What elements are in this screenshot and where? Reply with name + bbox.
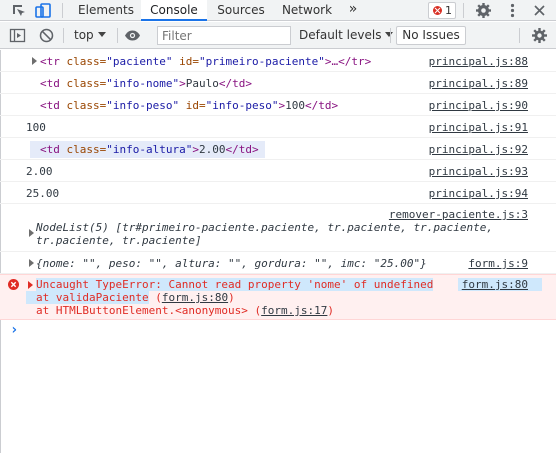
- source-link[interactable]: principal.js:94: [429, 187, 528, 200]
- separator: [117, 28, 118, 43]
- console-toolbar: top Default levels No Issues: [0, 22, 556, 49]
- separator: [62, 3, 63, 18]
- devtools-tabbar: Elements Console Sources Network » 1: [0, 0, 556, 21]
- source-link[interactable]: principal.js:88: [429, 55, 528, 68]
- separator: [519, 28, 520, 43]
- separator: [463, 3, 464, 18]
- more-tabs-button[interactable]: »: [342, 0, 364, 21]
- error-icon: [433, 6, 442, 15]
- context-label: top: [74, 28, 94, 42]
- gear-icon[interactable]: [475, 2, 492, 19]
- sidebar-toggle-icon[interactable]: [9, 27, 26, 44]
- filter-input[interactable]: [157, 26, 291, 45]
- stack-link[interactable]: form.js:80: [162, 291, 228, 304]
- source-link[interactable]: principal.js:91: [429, 121, 528, 134]
- nodelist-preview[interactable]: NodeList(5) [tr#primeiro-paciente.pacien…: [36, 221, 493, 247]
- source-link[interactable]: principal.js:92: [429, 143, 528, 156]
- error-line-2: at validaPaciente (form.js:80): [26, 291, 433, 304]
- more-options-icon[interactable]: [504, 2, 521, 19]
- log-text: 25.00: [26, 187, 60, 200]
- log-entry: <td class="info-nome">Paulo</td> princip…: [0, 72, 556, 94]
- error-count: 1: [445, 4, 452, 17]
- expand-triangle-icon[interactable]: [32, 57, 37, 65]
- error-icon: [8, 279, 19, 290]
- log-entry: {nome: "", peso: "", altura: "", gordura…: [0, 252, 556, 274]
- inspect-element-icon[interactable]: [10, 2, 27, 19]
- expand-triangle-icon[interactable]: [29, 259, 34, 267]
- log-element[interactable]: <tr class="paciente" id="primeiro-pacien…: [40, 55, 371, 68]
- log-entry: <td class="info-altura">2.00</td> princi…: [0, 138, 556, 160]
- log-entry: 25.00 principal.js:94: [0, 182, 556, 204]
- log-element[interactable]: <td class="info-nome">Paulo</td>: [40, 77, 252, 90]
- expand-triangle-icon[interactable]: [29, 229, 34, 237]
- console-prompt-icon[interactable]: ›: [10, 322, 18, 338]
- log-entry: <tr class="paciente" id="primeiro-pacien…: [0, 50, 556, 72]
- log-entry: <td class="info-peso" id="info-peso">100…: [0, 94, 556, 116]
- source-link[interactable]: form.js:9: [468, 257, 528, 270]
- source-link[interactable]: principal.js:93: [429, 165, 528, 178]
- device-toolbar-icon[interactable]: [35, 2, 52, 19]
- source-link[interactable]: principal.js:90: [429, 99, 528, 112]
- tab-console[interactable]: Console: [141, 0, 207, 21]
- source-link[interactable]: principal.js:89: [429, 77, 528, 90]
- console-settings-gear-icon[interactable]: [531, 27, 548, 44]
- error-line-3: at HTMLButtonElement.<anonymous> (form.j…: [36, 304, 335, 317]
- console-log: <tr class="paciente" id="primeiro-pacien…: [0, 50, 556, 453]
- error-count-badge[interactable]: 1: [428, 2, 456, 19]
- log-text: 100: [26, 121, 46, 134]
- source-link[interactable]: form.js:80: [457, 278, 542, 291]
- log-element[interactable]: <td class="info-peso" id="info-peso">100…: [40, 99, 338, 112]
- log-entry: 100 principal.js:91: [0, 116, 556, 138]
- tab-network[interactable]: Network: [276, 0, 338, 21]
- object-preview[interactable]: {nome: "", peso: "", altura: "", gordura…: [36, 257, 427, 270]
- stack-link[interactable]: form.js:17: [261, 304, 327, 317]
- nodelist-line-2: tr.paciente, tr.paciente]: [36, 234, 202, 247]
- error-line-1: Uncaught TypeError: Cannot read property…: [36, 278, 434, 291]
- log-levels-label: Default levels: [299, 28, 382, 42]
- nodelist-line-1: NodeList(5) [tr#primeiro-paciente.pacien…: [36, 221, 493, 234]
- log-text: 2.00: [26, 165, 53, 178]
- separator: [63, 28, 64, 43]
- eye-icon[interactable]: [124, 27, 141, 44]
- tab-sources[interactable]: Sources: [210, 0, 272, 21]
- chevron-down-icon: [97, 32, 106, 37]
- expand-triangle-icon[interactable]: [28, 281, 33, 289]
- separator: [390, 28, 391, 43]
- log-element[interactable]: <td class="info-altura">2.00</td>: [30, 141, 265, 158]
- issues-button[interactable]: No Issues: [396, 26, 466, 45]
- tab-elements[interactable]: Elements: [73, 0, 139, 21]
- clear-console-icon[interactable]: [38, 27, 55, 44]
- close-icon[interactable]: [531, 2, 548, 19]
- error-entry: Uncaught TypeError: Cannot read property…: [0, 274, 556, 320]
- log-entry: 2.00 principal.js:93: [0, 160, 556, 182]
- error-message: Uncaught TypeError: Cannot read property…: [26, 278, 434, 317]
- log-entry: remover-paciente.js:3 NodeList(5) [tr#pr…: [0, 204, 556, 252]
- log-levels-dropdown[interactable]: Default levels: [299, 28, 394, 42]
- source-link[interactable]: remover-paciente.js:3: [389, 208, 528, 221]
- context-selector[interactable]: top: [74, 28, 106, 42]
